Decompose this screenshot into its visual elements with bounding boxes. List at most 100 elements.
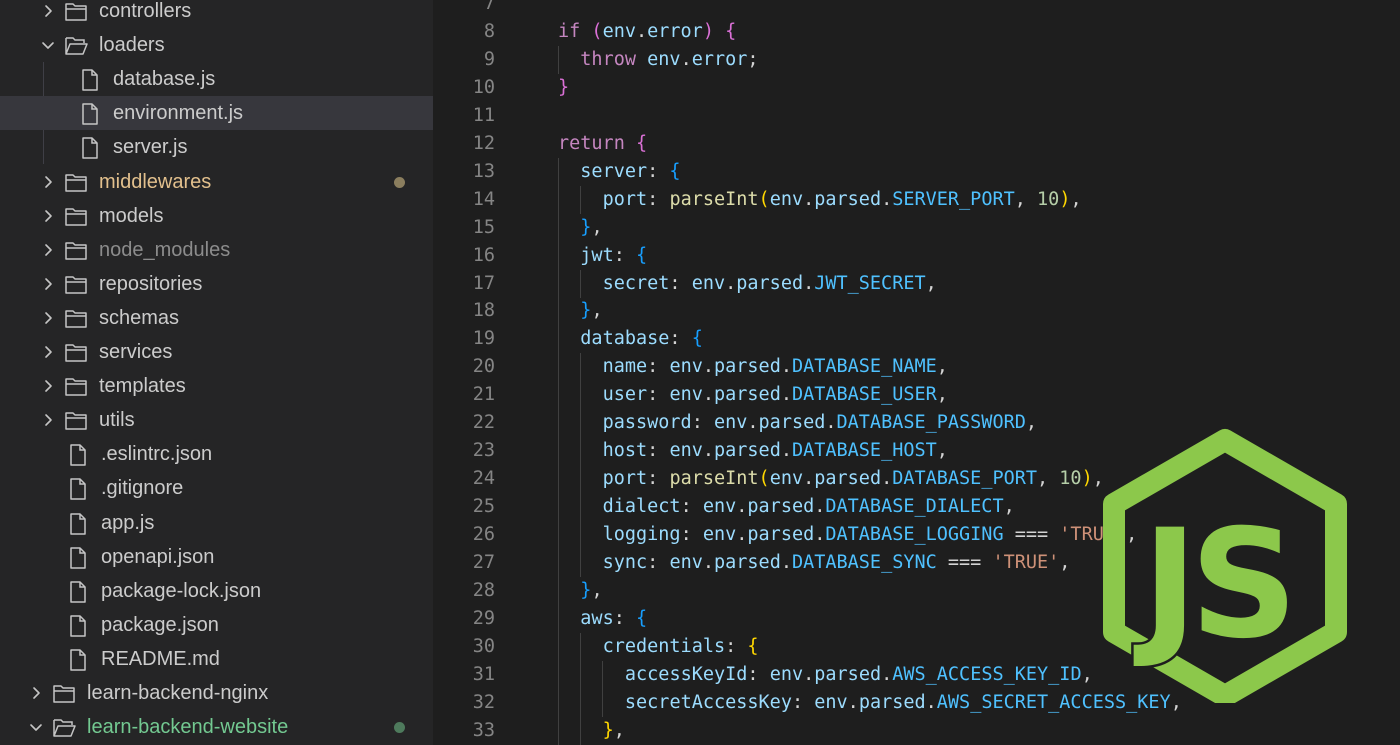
indent-guide	[558, 632, 559, 661]
code-token: env	[702, 496, 737, 518]
code-line[interactable]: 20 name: env.parsed.DATABASE_NAME,	[433, 353, 1400, 382]
tree-item-label: controllers	[99, 0, 192, 22]
code-token: .	[702, 552, 714, 573]
chevron-down-icon[interactable]	[40, 36, 56, 54]
tree-folder[interactable]: middlewares	[0, 165, 433, 199]
code-token: if	[558, 20, 581, 42]
tree-file[interactable]: app.js	[0, 506, 433, 540]
code-token: DATABASE_SYNC	[791, 552, 937, 573]
code-token: JWT_SECRET	[814, 272, 926, 294]
code-text: password: env.parsed.DATABASE_PASSWORD,	[603, 409, 1037, 437]
code-token: .	[702, 384, 714, 406]
chevron-right-icon[interactable]	[40, 207, 56, 225]
tree-file[interactable]: database.js	[0, 62, 433, 96]
tree-folder[interactable]: learn-backend-nginx	[0, 676, 433, 710]
tree-folder[interactable]: learn-backend-website	[0, 710, 433, 744]
chevron-down-icon[interactable]	[28, 718, 44, 736]
indent-guide	[580, 465, 581, 494]
indent-guide	[558, 576, 559, 605]
code-token: server	[580, 160, 648, 182]
code-line[interactable]: 9 throw env.error;	[433, 45, 1400, 74]
line-number: 25	[472, 496, 495, 518]
code-token: .	[803, 272, 815, 294]
tree-file[interactable]: package.json	[0, 608, 433, 642]
tree-folder[interactable]: templates	[0, 369, 433, 403]
code-token: :	[613, 244, 636, 266]
indent-guide	[580, 521, 581, 550]
code-line[interactable]: 12 return {	[433, 130, 1400, 158]
chevron-right-icon[interactable]	[40, 411, 56, 429]
chevron-right-icon[interactable]	[40, 377, 56, 395]
line-number: 28	[472, 579, 495, 601]
code-line[interactable]: 15},	[433, 213, 1400, 242]
indent-guide	[558, 157, 559, 186]
chevron-right-icon[interactable]	[40, 2, 56, 20]
tree-folder[interactable]: schemas	[0, 301, 433, 335]
code-token: DATABASE_PORT	[892, 468, 1038, 490]
code-token: DATABASE_USER	[791, 384, 937, 406]
code-line[interactable]: 10}	[433, 74, 1400, 102]
file-icon	[78, 137, 102, 160]
code-token: )	[1081, 468, 1093, 490]
code-line[interactable]: 13 server: {	[433, 157, 1400, 186]
tree-file[interactable]: package-lock.json	[0, 574, 433, 608]
tree-file[interactable]: openapi.json	[0, 540, 433, 574]
code-token: }	[580, 300, 592, 322]
nodejs-logo-text: JS	[1133, 498, 1290, 672]
code-line[interactable]: 16 jwt: {	[433, 241, 1400, 270]
tree-file[interactable]: .gitignore	[0, 471, 433, 505]
tree-file[interactable]: .eslintrc.json	[0, 437, 433, 471]
tree-item-label: .eslintrc.json	[101, 443, 213, 466]
code-token: DATABASE_NAME	[791, 356, 937, 378]
code-line[interactable]: 8 if (env.error) {	[433, 18, 1400, 46]
chevron-right-icon[interactable]	[40, 343, 56, 361]
code-token: env	[602, 20, 636, 42]
line-number: 33	[472, 719, 495, 741]
code-token: env	[702, 524, 737, 546]
indent-guide	[580, 269, 581, 298]
tree-folder[interactable]: controllers	[0, 0, 433, 28]
code-line[interactable]: 19 database: {	[433, 325, 1400, 354]
tree-item-label: middlewares	[99, 170, 212, 193]
tree-file[interactable]: README.md	[0, 642, 433, 676]
code-token: env	[669, 440, 703, 462]
code-token: 10	[1037, 188, 1060, 210]
code-token: aws	[580, 607, 614, 629]
code-token: AWS_ACCESS_KEY_ID	[892, 663, 1082, 685]
code-line[interactable]: 14 port: parseInt(env.parsed.SERVER_PORT,…	[433, 185, 1400, 214]
tree-folder[interactable]: repositories	[0, 267, 433, 301]
tree-folder[interactable]: models	[0, 199, 433, 233]
chevron-right-icon[interactable]	[28, 684, 44, 702]
indent-guide	[558, 493, 559, 522]
chevron-right-icon[interactable]	[40, 309, 56, 327]
tree-folder[interactable]: services	[0, 335, 433, 369]
chevron-right-icon[interactable]	[40, 173, 56, 191]
code-line[interactable]: 18},	[433, 297, 1400, 326]
chevron-right-icon[interactable]	[40, 275, 56, 293]
tree-file[interactable]: server.js	[0, 130, 433, 164]
code-line[interactable]: 21 user: env.parsed.DATABASE_USER,	[433, 381, 1400, 410]
tree-file[interactable]: environment.js	[0, 96, 433, 131]
tree-folder[interactable]: loaders	[0, 28, 433, 62]
tree-folder[interactable]: node_modules	[0, 233, 433, 267]
code-line[interactable]: 11	[433, 102, 1400, 130]
code-token: ,	[591, 216, 603, 238]
indent-guide	[558, 381, 559, 410]
line-number: 13	[472, 160, 495, 182]
code-token: .	[925, 691, 937, 713]
code-token: parsed	[714, 552, 781, 573]
tree-item-label: learn-backend-nginx	[87, 682, 269, 704]
tree-item-label: models	[99, 204, 164, 227]
code-token: jwt	[580, 244, 614, 266]
code-token: .	[803, 663, 815, 685]
code-line[interactable]: 33},	[433, 716, 1400, 745]
code-line[interactable]: 17 secret: env.parsed.JWT_SECRET,	[433, 269, 1400, 298]
code-line[interactable]: 7	[433, 0, 1400, 18]
tree-folder[interactable]: utils	[0, 403, 433, 437]
code-token: DATABASE_PASSWORD	[836, 412, 1026, 434]
code-text: },	[580, 577, 602, 605]
chevron-right-icon[interactable]	[40, 241, 56, 259]
indent-guide	[558, 353, 559, 382]
